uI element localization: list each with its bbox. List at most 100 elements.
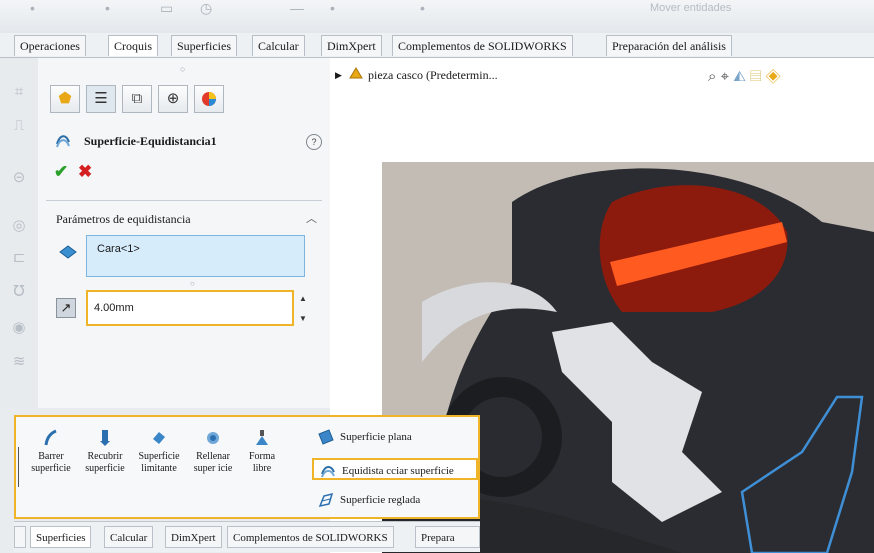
zoom-icon[interactable]: ⌕ xyxy=(708,68,716,85)
tab-overflow[interactable] xyxy=(14,526,26,548)
button-label: limitante xyxy=(141,463,177,474)
planar-surface-item[interactable]: Superficie plana xyxy=(312,426,478,448)
ruled-surface-item[interactable]: Superficie reglada xyxy=(312,489,478,511)
offset-direction-icon[interactable]: ↗ xyxy=(56,298,76,318)
face-selection-box[interactable]: Cara<1> xyxy=(86,235,305,277)
expand-arrow-icon[interactable]: ▶ xyxy=(335,70,342,81)
side-icon-strip: ⌗ ⎍ ⊝ ◎ ⊏ ℧ ◉ ≋ xyxy=(0,58,39,408)
section-view-icon[interactable]: ▤ xyxy=(750,68,761,85)
resize-handle-icon[interactable]: ○ xyxy=(190,279,195,288)
loft-surface-button[interactable]: Recubrir superficie xyxy=(80,429,130,475)
list-item-label: Superficie plana xyxy=(340,431,412,443)
toolbar-ghost-icon[interactable]: • xyxy=(105,0,110,16)
crosshair-icon: ⊕ xyxy=(166,90,180,107)
button-label: Recubrir xyxy=(87,451,123,462)
move-entities-label[interactable]: Mover entidades xyxy=(650,2,731,14)
face-selection-item[interactable]: Cara<1> xyxy=(97,243,140,255)
close-icon[interactable]: ✖ xyxy=(78,162,92,182)
feature-tree-root[interactable]: pieza casco (Predetermin... xyxy=(368,68,498,83)
sweep-surface-icon xyxy=(44,429,57,446)
sketch-tool-icon[interactable]: ⌗ xyxy=(11,84,27,100)
tab-featuremanager[interactable]: ⬟ xyxy=(50,85,80,113)
top-toolbar: • • ▭ ◷ — • • Mover entidades xyxy=(0,0,874,33)
fill-surface-button[interactable]: Rellenar super icie xyxy=(188,429,238,475)
tab-superficies[interactable]: Superficies xyxy=(30,526,92,548)
previous-view-icon[interactable]: ◭ xyxy=(733,68,746,85)
toolbar-ghost-icon[interactable]: • xyxy=(420,0,425,16)
button-label: Superficie xyxy=(138,451,180,462)
sweep-surface-button[interactable]: Barrer superficie xyxy=(26,429,76,475)
tab-preparacion-analisis[interactable]: Preparación del análisis xyxy=(606,35,732,56)
button-label: Rellenar xyxy=(196,451,230,462)
button-label: Barrer xyxy=(38,451,64,462)
config-icon: ⧉ xyxy=(131,90,143,107)
section-divider xyxy=(46,200,322,201)
property-manager: ○ ⬟ ☰ ⧉ ⊕ Superficie-Equidistancia1 ? ✔ … xyxy=(38,58,331,408)
button-label: libre xyxy=(252,463,272,474)
toolbar-ghost-icon[interactable]: • xyxy=(330,0,335,16)
check-icon[interactable]: ✔ xyxy=(54,162,68,182)
drag-handle-icon[interactable]: ○ xyxy=(180,64,185,74)
button-label: Forma xyxy=(248,451,276,462)
feature-title: Superficie-Equidistancia1 xyxy=(84,134,217,148)
toolbar-ghost-icon[interactable]: • xyxy=(30,0,35,16)
tab-configurationmanager[interactable]: ⧉ xyxy=(122,85,152,113)
fill-tool-icon[interactable]: ◉ xyxy=(11,320,27,336)
appearance-icon xyxy=(202,92,216,106)
tab-operaciones[interactable]: Operaciones xyxy=(14,35,86,56)
view-orientation-icon[interactable]: ◈ xyxy=(766,68,781,85)
toolbar-ghost-icon[interactable]: ▭ xyxy=(160,0,173,17)
tab-propertymanager[interactable]: ☰ xyxy=(86,85,116,113)
ruled-surface-icon xyxy=(318,492,334,508)
boundary-surface-button[interactable]: Superficie limitante xyxy=(134,429,184,475)
freeform-icon xyxy=(256,430,268,445)
zoom-area-icon[interactable]: ⌖ xyxy=(721,68,729,85)
tab-complementos[interactable]: Complementos de SOLIDWORKS xyxy=(227,526,394,548)
list-icon: ☰ xyxy=(94,90,108,107)
ribbon-divider xyxy=(18,447,19,487)
tab-superficies[interactable]: Superficies xyxy=(171,35,237,56)
chevron-up-icon[interactable]: ︿ xyxy=(306,210,317,226)
button-label: superficie xyxy=(31,463,71,474)
help-icon[interactable]: ? xyxy=(306,134,322,150)
loft-tool-icon[interactable]: ℧ xyxy=(11,284,27,300)
part-icon: ⬟ xyxy=(58,90,72,107)
boundary-surface-icon xyxy=(153,432,165,444)
button-label: superficie xyxy=(85,463,125,474)
view-toolbar: ⌕ ⌖ ◭ ▤ ◈ xyxy=(708,68,781,85)
revolve-tool-icon[interactable]: ◎ xyxy=(11,218,27,234)
tab-calcular[interactable]: Calcular xyxy=(252,35,305,56)
list-item-label: Superficie reglada xyxy=(340,494,421,506)
tab-preparacion[interactable]: Prepara xyxy=(415,526,480,548)
button-label: super icie xyxy=(193,463,233,474)
face-selection-icon xyxy=(59,245,77,259)
tab-dimxpert[interactable]: DimXpert xyxy=(165,526,222,548)
bottom-command-tabs: Superficies Calcular DimXpert Complement… xyxy=(14,521,480,552)
offset-distance-field[interactable]: 4.00mm xyxy=(86,290,294,326)
extrude-tool-icon[interactable]: ⊏ xyxy=(11,250,27,266)
toolbar-ghost-icon[interactable]: ◷ xyxy=(200,0,212,17)
offset-surface-icon xyxy=(56,135,70,148)
surface-tool-icon[interactable]: ⊝ xyxy=(11,170,27,186)
list-item-label: Equidista cciar superficie xyxy=(342,465,454,477)
surfaces-ribbon: Barrer superficie Recubrir superficie Su… xyxy=(14,415,480,519)
freeform-button[interactable]: Forma libre xyxy=(240,429,284,475)
tab-displaymanager[interactable] xyxy=(194,85,224,113)
planar-surface-icon xyxy=(318,429,334,445)
offset-surface-item[interactable]: Equidista cciar superficie xyxy=(312,458,478,480)
offset-surface-icon xyxy=(321,466,335,478)
tab-croquis[interactable]: Croquis xyxy=(108,35,159,56)
toolbar-ghost-icon[interactable]: — xyxy=(290,0,304,16)
wave-tool-icon[interactable]: ⎍ xyxy=(11,118,27,134)
pattern-tool-icon[interactable]: ≋ xyxy=(11,354,27,370)
spin-stepper[interactable]: ▲ ▼ xyxy=(299,294,307,324)
offset-distance-value[interactable]: 4.00mm xyxy=(94,302,134,314)
section-title-offset-params: Parámetros de equidistancia xyxy=(56,212,191,226)
tab-dimxpertmanager[interactable]: ⊕ xyxy=(158,85,188,113)
part-icon xyxy=(349,67,363,79)
tab-calcular[interactable]: Calcular xyxy=(104,526,154,548)
tab-complementos[interactable]: Complementos de SOLIDWORKS xyxy=(392,35,573,56)
fill-surface-icon xyxy=(207,432,219,444)
command-manager-tabs: Operaciones Croquis Superficies Calcular… xyxy=(0,33,874,58)
tab-dimxpert[interactable]: DimXpert xyxy=(321,35,382,56)
